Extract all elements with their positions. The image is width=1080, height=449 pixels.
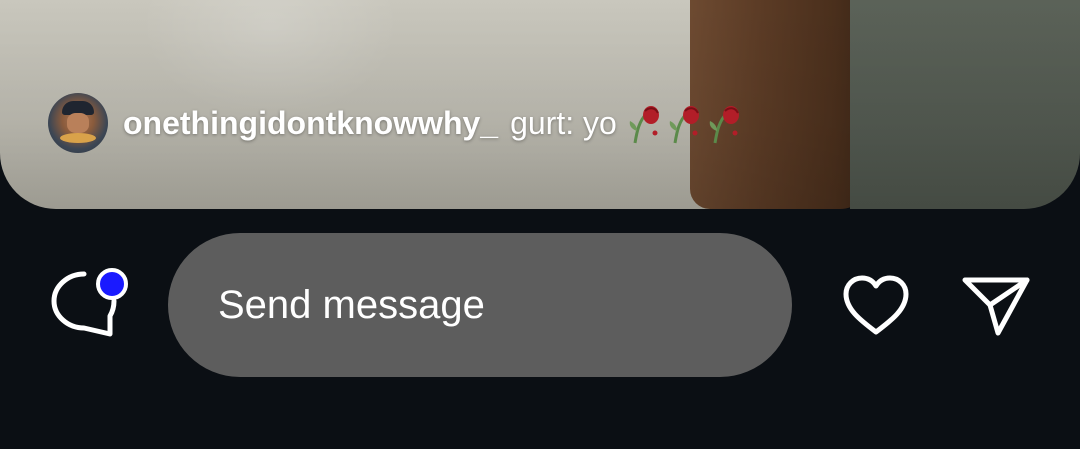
avatar[interactable]	[48, 93, 108, 153]
send-icon[interactable]	[960, 272, 1032, 338]
wilted-rose-icon	[709, 106, 739, 144]
send-message-input[interactable]: Send message	[168, 233, 792, 377]
notification-dot	[96, 268, 128, 300]
wilted-rose-icon	[629, 106, 659, 144]
send-message-placeholder: Send message	[218, 282, 485, 327]
story-comment: onethingidontknowwhy_ gurt: yo	[48, 93, 745, 153]
comment-text: gurt: yo	[510, 104, 617, 141]
wilted-rose-icon	[669, 106, 699, 144]
comment-username[interactable]: onethingidontknowwhy_	[123, 105, 498, 142]
story-media[interactable]: onethingidontknowwhy_ gurt: yo	[0, 0, 1080, 209]
heart-icon[interactable]	[840, 274, 912, 338]
chat-bubble-icon[interactable]	[50, 268, 130, 340]
comment-emoji	[625, 101, 745, 145]
